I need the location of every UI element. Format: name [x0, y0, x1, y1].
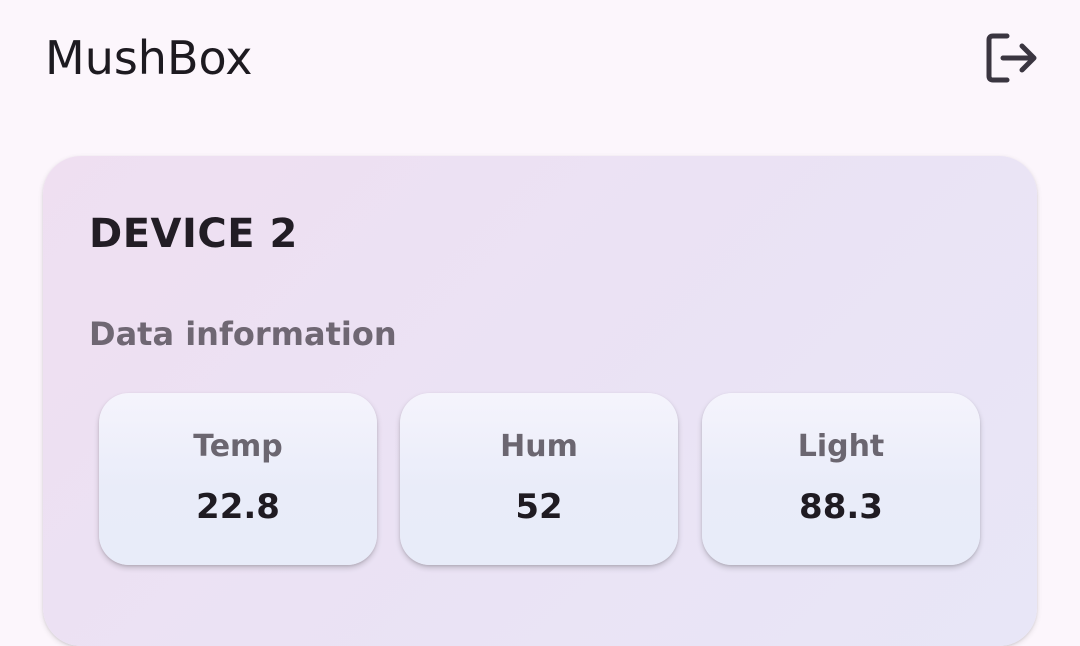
- metric-label-temp: Temp: [193, 429, 283, 464]
- app-title: MushBox: [45, 31, 253, 85]
- metric-label-light: Light: [797, 429, 885, 464]
- device-card: DEVICE 2 Data information Temp 22.8 Hum …: [43, 156, 1037, 646]
- data-information-label: Data information: [89, 315, 397, 353]
- device-title: DEVICE 2: [89, 211, 298, 257]
- logout-icon: [986, 33, 1037, 83]
- metric-card-temp[interactable]: Temp 22.8: [99, 393, 377, 565]
- metric-value-temp: 22.8: [196, 487, 280, 527]
- metric-value-light: 88.3: [799, 487, 883, 527]
- metrics-row: Temp 22.8 Hum 52 Light 88.3: [99, 393, 981, 565]
- app-bar: MushBox: [0, 0, 1080, 120]
- metric-card-light[interactable]: Light 88.3: [702, 393, 980, 565]
- metric-value-humidity: 52: [515, 487, 563, 527]
- metric-label-humidity: Hum: [500, 429, 578, 464]
- logout-button[interactable]: [972, 22, 1052, 94]
- metric-card-humidity[interactable]: Hum 52: [400, 393, 678, 565]
